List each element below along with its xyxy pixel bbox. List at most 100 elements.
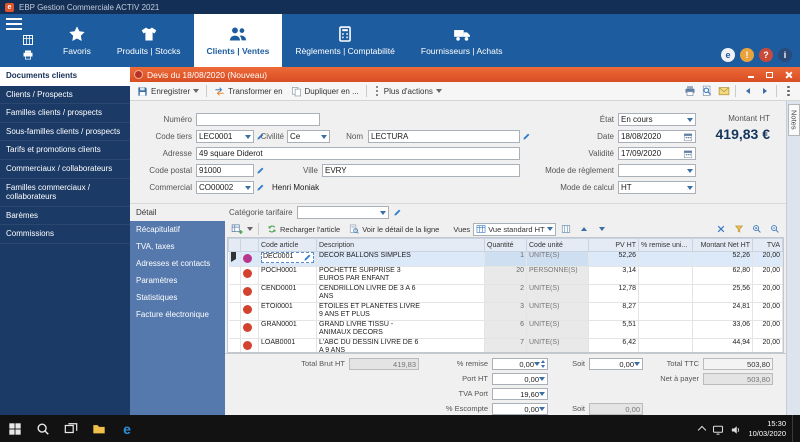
detail-tab-parametres[interactable]: Paramètres (130, 272, 225, 289)
detail-tab-adresses-contacts[interactable]: Adresses et contacts (130, 255, 225, 272)
move-line-down-button[interactable] (595, 222, 610, 237)
unite-cell[interactable]: UNITE(S) (527, 321, 589, 339)
description-cell[interactable]: GRAND LIVRE TISSU - ANIMAUX DECORS (317, 321, 485, 339)
sidebar-item-clients-prospects[interactable]: Clients / Prospects (0, 86, 130, 105)
zoom-out-button[interactable] (767, 222, 782, 237)
move-line-up-button[interactable] (577, 222, 592, 237)
maximize-button[interactable] (762, 69, 777, 81)
soit-field[interactable]: 0,00 (589, 358, 643, 370)
notification-center-strip[interactable] (792, 415, 797, 442)
sidebar-item-familles-commerciaux[interactable]: Familles commerciaux / collaborateurs (0, 179, 130, 207)
ebp-assistant-icon[interactable]: e (721, 48, 735, 62)
unite-cell[interactable]: PERSONNE(S) (527, 267, 589, 285)
detail-tab-detail[interactable]: Détail (130, 204, 225, 221)
menu-hamburger-icon[interactable] (6, 18, 22, 30)
network-icon[interactable] (712, 423, 724, 435)
remise-cell[interactable] (639, 303, 693, 321)
categorie-tarifaire-field[interactable] (297, 206, 389, 219)
quantite-cell[interactable]: 2 (485, 285, 527, 303)
notes-tab[interactable]: Notes (788, 104, 800, 136)
quantite-cell[interactable]: 6 (485, 321, 527, 339)
sidebar-item-commissions[interactable]: Commissions (0, 225, 130, 244)
montant-net-ht-cell[interactable]: 62,80 (693, 267, 753, 285)
code-postal-field[interactable]: 91000 (196, 164, 254, 177)
toolbar-overflow-button[interactable] (781, 84, 796, 99)
adresse-field[interactable]: 49 square Diderot (196, 147, 520, 160)
columns-button[interactable] (559, 222, 574, 237)
commercial-field[interactable]: CO00002 (196, 181, 254, 194)
pv-ht-cell[interactable]: 12,78 (589, 285, 639, 303)
col-tva[interactable]: TVA (753, 239, 783, 252)
hidden-icons-chevron[interactable] (698, 425, 706, 433)
validite-field[interactable]: 17/09/2020 (618, 147, 696, 160)
code-cell[interactable]: ETOI0001 (259, 303, 317, 321)
tab-reglements-comptabilite[interactable]: Règlements | Comptabilité (282, 14, 408, 67)
code-cell[interactable]: POCH0001 (259, 267, 317, 285)
quantite-cell[interactable]: 3 (485, 303, 527, 321)
unite-cell[interactable]: UNITE(S) (527, 285, 589, 303)
remise-cell[interactable] (639, 252, 693, 267)
clear-filter-button[interactable] (713, 222, 728, 237)
remise-cell[interactable] (639, 267, 693, 285)
pv-ht-cell[interactable]: 3,14 (589, 267, 639, 285)
row-selector[interactable] (229, 321, 241, 339)
detail-tab-facture-electronique[interactable]: Facture électronique (130, 306, 225, 323)
preview-button[interactable] (699, 84, 714, 99)
row-selector[interactable] (229, 267, 241, 285)
code-cell[interactable]: GRAN0001 (259, 321, 317, 339)
duplicate-button[interactable]: Dupliquer en ... (288, 85, 362, 98)
ville-field[interactable]: EVRY (322, 164, 520, 177)
row-selector[interactable] (229, 252, 241, 267)
print-button[interactable] (682, 84, 697, 99)
remise-cell[interactable] (639, 285, 693, 303)
remise-cell[interactable] (639, 339, 693, 353)
previous-record-button[interactable] (740, 84, 755, 99)
grid-row-3[interactable]: CEND0001 CENDRILLON LIVRE DE 3 A 6 ANS 2… (229, 285, 783, 303)
col-pv-ht[interactable]: PV HT (589, 239, 639, 252)
remise-field[interactable]: 0,00 (492, 358, 548, 370)
row-selector[interactable] (229, 339, 241, 353)
sidebar-item-familles-clients[interactable]: Familles clients / prospects (0, 104, 130, 123)
tva-port-field[interactable]: 19,60 (492, 388, 548, 400)
view-selector[interactable]: Vue standard HT (473, 223, 555, 236)
sidebar-item-commerciaux[interactable]: Commerciaux / collaborateurs (0, 160, 130, 179)
line-detail-button[interactable]: Voir le détail de la ligne (346, 223, 442, 235)
description-cell[interactable]: CENDRILLON LIVRE DE 3 A 6 ANS (317, 285, 485, 303)
row-selector[interactable] (229, 285, 241, 303)
sidebar-item-sous-familles-clients[interactable]: Sous-familles clients / prospects (0, 123, 130, 142)
description-cell[interactable]: L'ABC DU DESSIN LIVRE DE 6 A 9 ANS (317, 339, 485, 353)
description-cell[interactable]: POCHETTE SURPRISE 3 EUROS PAR ENFANT (317, 267, 485, 285)
taskbar-search-button[interactable] (30, 415, 56, 442)
remise-cell[interactable] (639, 321, 693, 339)
numero-field[interactable] (196, 113, 320, 126)
unite-cell[interactable]: UNITE(S) (527, 339, 589, 353)
spinner-icon[interactable] (541, 360, 545, 368)
pv-ht-cell[interactable]: 6,42 (589, 339, 639, 353)
pv-ht-cell[interactable]: 8,27 (589, 303, 639, 321)
code-cell[interactable]: CEND0001 (259, 285, 317, 303)
pv-ht-cell[interactable]: 5,51 (589, 321, 639, 339)
send-mail-button[interactable] (716, 84, 731, 99)
zoom-in-button[interactable] (749, 222, 764, 237)
close-button[interactable] (781, 69, 796, 81)
edit-commercial-icon[interactable] (256, 183, 265, 192)
col-quantite[interactable]: Quantité (485, 239, 527, 252)
grid-row-5[interactable]: GRAN0001 GRAND LIVRE TISSU - ANIMAUX DEC… (229, 321, 783, 339)
detail-tab-recapitulatif[interactable]: Récapitulatif (130, 221, 225, 238)
tva-cell[interactable]: 20,00 (753, 252, 783, 267)
quantite-cell[interactable]: 1 (485, 252, 527, 267)
pv-ht-cell[interactable]: 52,26 (589, 252, 639, 267)
port-ht-field[interactable]: 0,00 (492, 373, 548, 385)
insert-line-button[interactable] (229, 222, 244, 237)
col-code-article[interactable]: Code article (259, 239, 317, 252)
detail-tab-statistiques[interactable]: Statistiques (130, 289, 225, 306)
unite-cell[interactable]: UNITE(S) (527, 252, 589, 267)
montant-net-ht-cell[interactable]: 44,94 (693, 339, 753, 353)
code-tiers-field[interactable]: LEC0001 (196, 130, 254, 143)
etat-field[interactable]: En cours (618, 113, 696, 126)
next-record-button[interactable] (757, 84, 772, 99)
edge-button[interactable] (114, 415, 140, 442)
volume-icon[interactable] (730, 423, 742, 435)
col-montant-net-ht[interactable]: Montant Net HT (693, 239, 753, 252)
tva-cell[interactable]: 20,00 (753, 321, 783, 339)
